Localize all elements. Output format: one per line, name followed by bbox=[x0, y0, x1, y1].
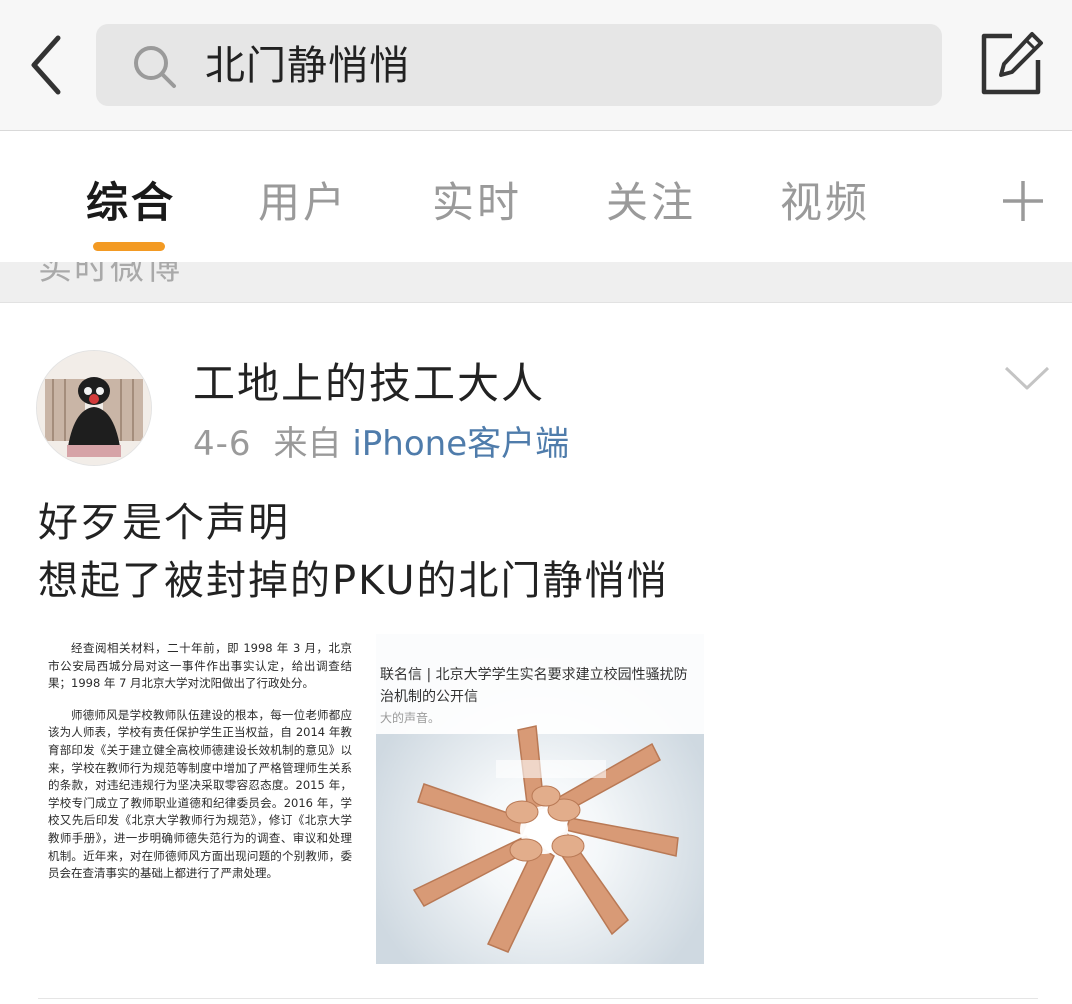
add-tab-button[interactable] bbox=[1000, 178, 1046, 224]
post-text-line: 想起了被封掉的PKU的北门静悄悄 bbox=[38, 558, 669, 604]
post-meta: 4-6 来自 iPhone客户端 bbox=[193, 420, 569, 468]
back-button[interactable] bbox=[22, 30, 72, 100]
post-source-client[interactable]: iPhone客户端 bbox=[352, 424, 569, 464]
active-tab-indicator bbox=[93, 242, 165, 251]
post-text: 好歹是个声明 想起了被封掉的PKU的北门静悄悄 bbox=[38, 494, 669, 610]
divider bbox=[38, 998, 1038, 999]
tab-realtime[interactable]: 实时 bbox=[432, 173, 522, 233]
section-header-text: 实时微博 bbox=[38, 262, 182, 288]
compose-button[interactable] bbox=[978, 30, 1044, 98]
tab-users[interactable]: 用户 bbox=[258, 173, 348, 233]
article-subtext: 大的声音。 bbox=[380, 711, 441, 725]
post-image-article[interactable]: 联名信 | 北京大学学生实名要求建立校园性骚扰防治机制的公开信 大的声音。 bbox=[376, 634, 704, 964]
chevron-left-icon bbox=[31, 35, 61, 95]
post-date: 4-6 bbox=[193, 424, 252, 464]
post-image-document[interactable]: 经查阅相关材料，二十年前，即 1998 年 3 月，北京市公安局西城分局对这一事… bbox=[38, 632, 358, 968]
avatar-image bbox=[37, 351, 151, 465]
avatar[interactable] bbox=[36, 350, 152, 466]
chevron-down-icon bbox=[1004, 366, 1050, 390]
tab-video[interactable]: 视频 bbox=[780, 173, 870, 233]
article-headline: 联名信 | 北京大学学生实名要求建立校园性骚扰防治机制的公开信 bbox=[380, 667, 688, 705]
tab-comprehensive[interactable]: 综合 bbox=[86, 173, 176, 233]
post-text-line: 好歹是个声明 bbox=[38, 500, 290, 546]
plus-icon bbox=[1003, 181, 1043, 221]
tab-following[interactable]: 关注 bbox=[606, 173, 696, 233]
search-icon bbox=[134, 46, 176, 88]
compose-icon bbox=[981, 32, 1043, 95]
document-paragraph: 经查阅相关材料，二十年前，即 1998 年 3 月，北京市公安局西城分局对这一事… bbox=[48, 641, 352, 691]
post-source-prefix: 来自 bbox=[273, 424, 342, 464]
post-username[interactable]: 工地上的技工大人 bbox=[193, 355, 545, 413]
section-header: 实时微博 bbox=[0, 262, 1072, 303]
search-query-text[interactable]: 北门静悄悄 bbox=[205, 38, 410, 94]
post-menu-button[interactable] bbox=[1000, 360, 1054, 394]
document-paragraph: 师德师风是学校教师队伍建设的根本，每一位老师都应该为人师表，学校有责任保护学生正… bbox=[48, 707, 352, 881]
top-bar: 北门静悄悄 bbox=[0, 0, 1072, 131]
